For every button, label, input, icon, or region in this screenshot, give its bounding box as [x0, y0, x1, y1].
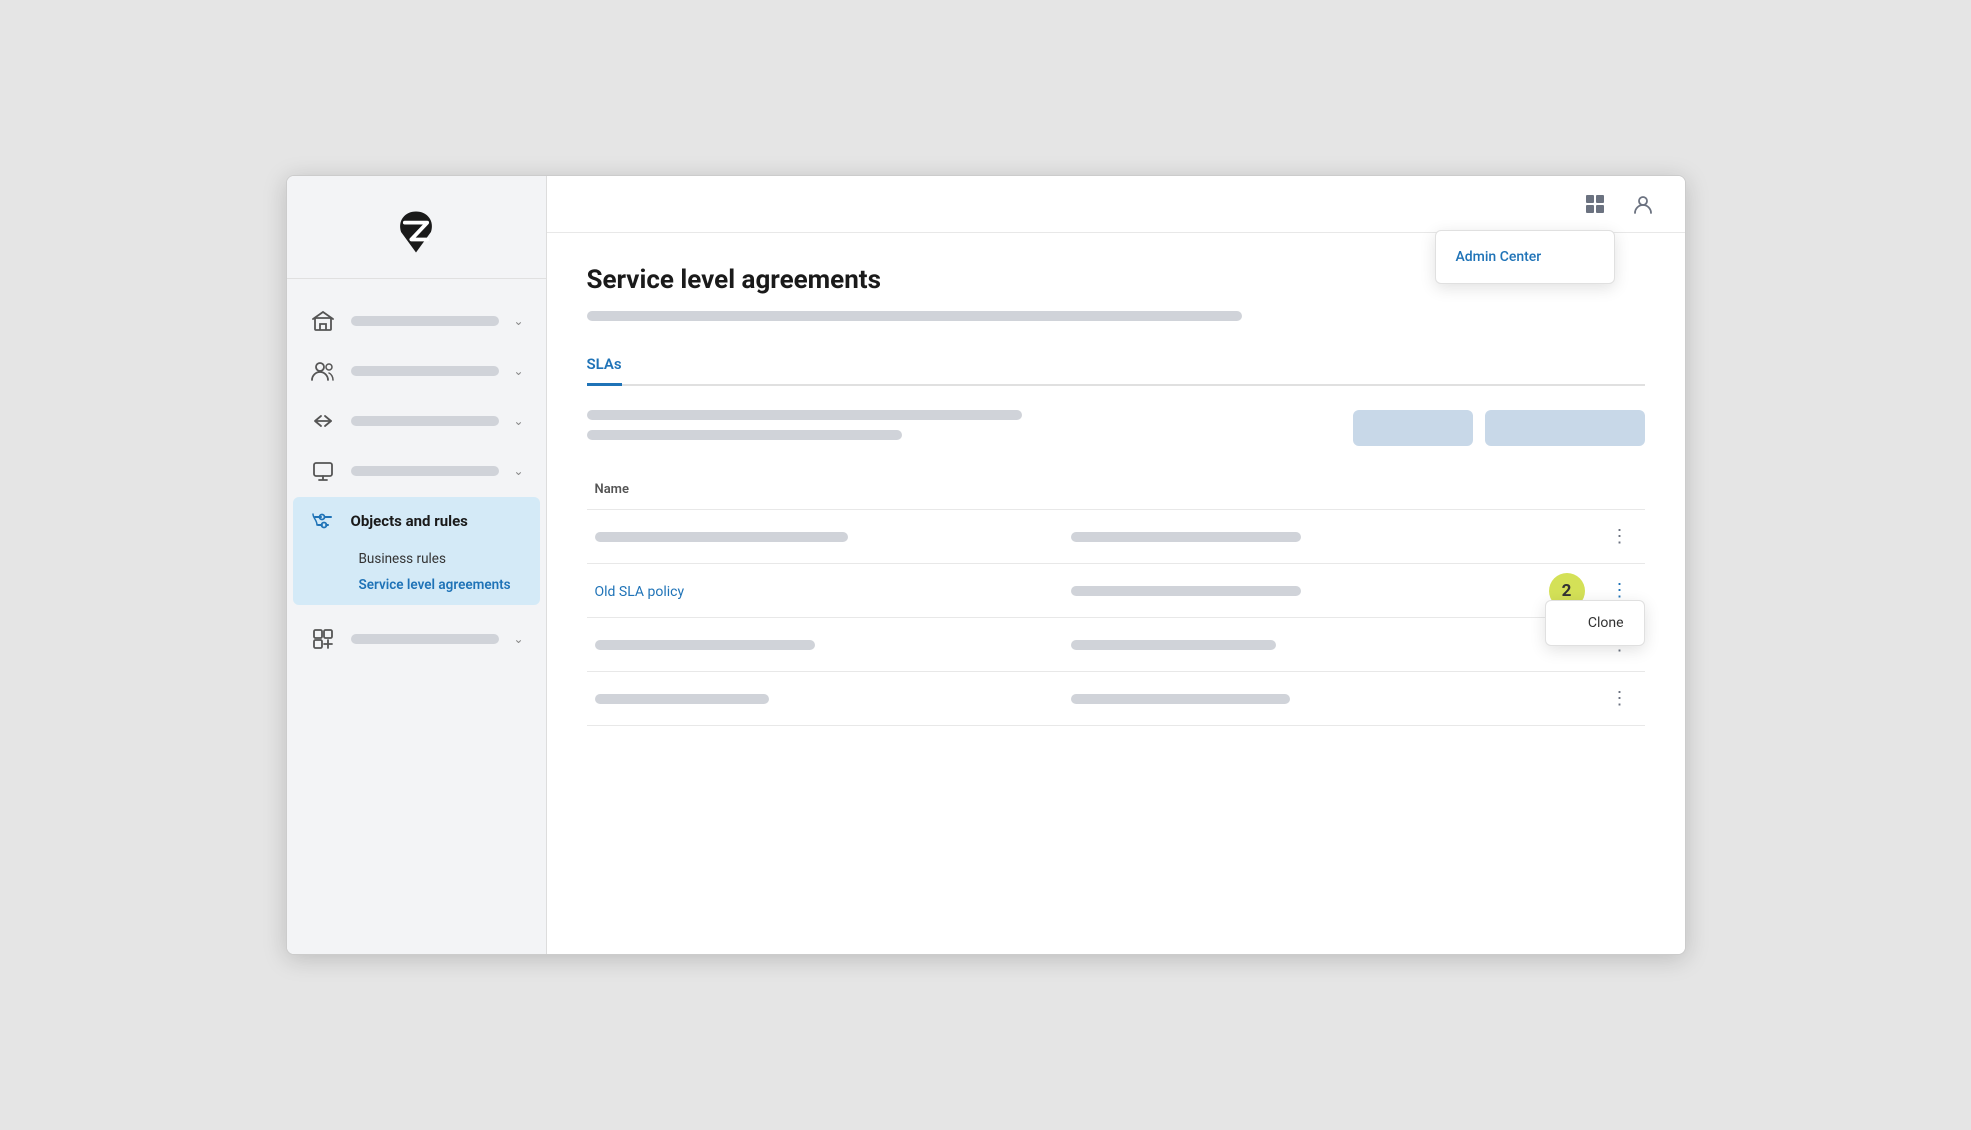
sidebar-item-users[interactable]: ⌄: [293, 347, 540, 395]
sidebar-item-objects-and-rules[interactable]: Objects and rules Business rules Service…: [293, 497, 540, 605]
row-actions-button[interactable]: ⋮: [1603, 522, 1637, 551]
chevron-down-icon: ⌄: [513, 314, 523, 328]
col-header-meta: [1063, 470, 1433, 510]
objects-rules-icon: [309, 507, 337, 535]
user-profile-button[interactable]: [1625, 186, 1661, 222]
action-button-2[interactable]: [1485, 410, 1645, 446]
main-content: Admin Center Service level agreements SL…: [547, 176, 1685, 954]
objects-and-rules-label: Objects and rules: [351, 512, 524, 530]
meta-skeleton: [1071, 694, 1291, 704]
desc-skeleton-2: [587, 430, 902, 440]
building-icon: [309, 307, 337, 335]
nav-label-bar: [351, 366, 500, 376]
apps-icon: [309, 625, 337, 653]
desc-skeleton-1: [587, 410, 1022, 420]
chevron-down-icon: ⌄: [513, 414, 523, 428]
meta-skeleton: [1071, 586, 1301, 596]
sidebar-subitem-sla[interactable]: Service level agreements: [349, 573, 540, 597]
row-actions-button-4[interactable]: ⋮: [1603, 684, 1637, 713]
name-skeleton: [595, 640, 816, 650]
admin-center-dropdown: Admin Center: [1435, 230, 1615, 284]
zendesk-logo-icon: [388, 204, 444, 260]
meta-skeleton: [1071, 640, 1276, 650]
sidebar-item-home[interactable]: ⌄: [293, 297, 540, 345]
name-skeleton: [595, 532, 848, 542]
objects-subitems: Business rules Service level agreements: [293, 545, 540, 605]
chevron-down-icon: ⌄: [513, 632, 523, 646]
app-window: ⌄ ⌄: [286, 175, 1686, 955]
table-row: ⋮: [587, 618, 1645, 672]
grid-apps-button[interactable]: [1577, 186, 1613, 222]
sidebar-item-devices[interactable]: ⌄: [293, 447, 540, 495]
clone-action-item[interactable]: Clone: [1546, 605, 1644, 641]
nav-label-bar: [351, 634, 500, 644]
table-row: ⋮: [587, 672, 1645, 726]
admin-center-link[interactable]: Admin Center: [1436, 239, 1614, 275]
sidebar-navigation: ⌄ ⌄: [287, 289, 546, 954]
col-header-action: [1433, 470, 1645, 510]
table-row: ⋮: [587, 510, 1645, 564]
table-row: Old SLA policy ⋮ 2 Clone: [587, 564, 1645, 618]
sla-table: Name: [587, 470, 1645, 726]
sidebar-item-apps[interactable]: ⌄: [293, 615, 540, 663]
sidebar-subitem-business-rules[interactable]: Business rules: [349, 547, 540, 571]
sidebar-item-objects-main[interactable]: Objects and rules: [293, 497, 540, 545]
chevron-down-icon: ⌄: [513, 364, 523, 378]
nav-label-bar: [351, 466, 500, 476]
nav-label-bar: [351, 316, 500, 326]
col-header-name: Name: [587, 470, 1063, 510]
name-skeleton: [595, 694, 770, 704]
page-content: Service level agreements SLAs: [547, 233, 1685, 954]
clone-dropdown: Clone: [1545, 600, 1645, 646]
sla-policy-link[interactable]: Old SLA policy: [595, 584, 685, 600]
monitor-icon: [309, 457, 337, 485]
sidebar-item-channels[interactable]: ⌄: [293, 397, 540, 445]
grid-icon: [1584, 193, 1606, 215]
channels-icon: [309, 407, 337, 435]
content-action-buttons: [1353, 410, 1645, 446]
users-icon: [309, 357, 337, 385]
meta-skeleton: [1071, 532, 1301, 542]
header-bar: Admin Center: [547, 176, 1685, 233]
content-description: [587, 410, 1337, 440]
content-header: [587, 410, 1645, 446]
user-icon: [1632, 193, 1654, 215]
sidebar-logo: [287, 176, 546, 279]
nav-label-bar: [351, 416, 500, 426]
description-skeleton: [587, 311, 1243, 321]
sidebar: ⌄ ⌄: [287, 176, 547, 954]
chevron-down-icon: ⌄: [513, 464, 523, 478]
tab-slas[interactable]: SLAs: [587, 345, 622, 386]
action-button-1[interactable]: [1353, 410, 1473, 446]
tabs: SLAs: [587, 345, 1645, 386]
